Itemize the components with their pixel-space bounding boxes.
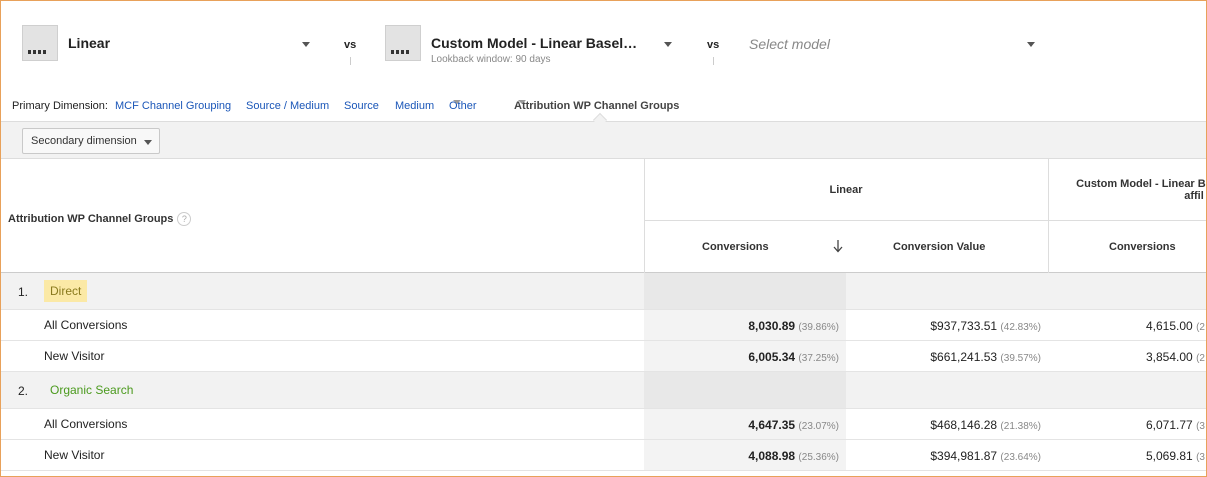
model-selector-1[interactable]: Linear <box>22 23 322 63</box>
vs-label: vs <box>344 39 357 51</box>
chevron-down-icon[interactable] <box>664 42 672 47</box>
model-name: Linear <box>68 35 111 51</box>
value-percent: (39.57%) <box>1000 353 1041 364</box>
active-dimension-label: Attribution WP Channel Groups <box>514 100 680 112</box>
conversions-percent-2: (2 <box>1196 322 1205 333</box>
conversions-percent: (23.07%) <box>798 421 839 432</box>
model-name: Custom Model - Linear Basel… <box>431 35 638 51</box>
help-icon[interactable]: ? <box>177 212 192 226</box>
row-label: New Visitor <box>44 349 105 363</box>
value-percent: (23.64%) <box>1000 452 1041 463</box>
dimension-column-label: Attribution WP Channel Groups <box>8 212 174 225</box>
select-model-placeholder: Select model <box>749 36 830 52</box>
column-divider <box>644 159 645 273</box>
conversion-value-column-header[interactable]: Conversion Value <box>893 241 985 253</box>
table-row: New Visitor 6,005.34 (37.25%) $661,241.5… <box>1 341 1206 372</box>
conversions-number-2: 4,615.00 <box>1146 319 1193 333</box>
conversion-value: $937,733.51 (42.83%) <box>930 319 1041 333</box>
divider <box>713 57 714 65</box>
custom-model-group-header: Custom Model - Linear Ba affil <box>1049 178 1207 202</box>
conversions-number-2: 5,069.81 <box>1146 449 1193 463</box>
dimension-link-source[interactable]: Source <box>344 100 379 112</box>
secondary-dimension-button[interactable]: Secondary dimension <box>22 128 160 154</box>
chevron-down-icon[interactable] <box>302 42 310 47</box>
chevron-down-icon <box>518 100 526 104</box>
conversions-number-2: 6,071.77 <box>1146 418 1193 432</box>
conversions-percent: (37.25%) <box>798 353 839 364</box>
table-row: All Conversions 4,647.35 (23.07%) $468,1… <box>1 409 1206 440</box>
conversions-value: 8,030.89 (39.86%) <box>748 319 839 333</box>
value-percent: (21.38%) <box>1000 421 1041 432</box>
group-number: 2. <box>18 384 29 398</box>
group-row-organic-search: 2. Organic Search <box>1 372 1206 409</box>
row-label: All Conversions <box>44 417 128 431</box>
dimension-column-header[interactable]: Attribution WP Channel Groups? <box>8 212 192 226</box>
column-divider <box>1048 159 1049 273</box>
divider <box>350 57 351 65</box>
conversions-column-header[interactable]: Conversions <box>702 241 769 253</box>
dimension-link-source-medium[interactable]: Source / Medium <box>246 100 329 112</box>
conversion-value: $661,241.53 (39.57%) <box>930 350 1041 364</box>
model-icon <box>22 25 58 61</box>
table-row: New Visitor 4,088.98 (25.36%) $394,981.8… <box>1 440 1206 471</box>
conversions-number: 4,647.35 <box>748 418 796 432</box>
attribution-comparison-panel: Linear vs Custom Model - Linear Basel… L… <box>0 0 1207 477</box>
conversion-value: $394,981.87 (23.64%) <box>930 449 1041 463</box>
custom-model-header-line2: affil <box>1184 190 1204 202</box>
conversions-percent: (39.86%) <box>798 322 839 333</box>
chevron-down-icon <box>453 100 461 104</box>
conversions-column-header-2[interactable]: Conversions <box>1109 241 1176 253</box>
table-toolbar: Secondary dimension <box>1 121 1206 159</box>
conversion-value: $468,146.28 (21.38%) <box>930 418 1041 432</box>
value-percent: (42.83%) <box>1000 322 1041 333</box>
chevron-down-icon <box>144 140 152 145</box>
conversions-percent-2: (2 <box>1196 353 1205 364</box>
conversions-value: 6,005.34 (37.25%) <box>748 350 839 364</box>
primary-dimension-label: Primary Dimension: <box>12 100 108 112</box>
arrow-down-icon[interactable] <box>832 239 844 253</box>
conversions-value: 4,647.35 (23.07%) <box>748 418 839 432</box>
chevron-down-icon[interactable] <box>1027 42 1035 47</box>
dimension-link-medium[interactable]: Medium <box>395 100 434 112</box>
conversions-value-2: 6,071.77 (3 <box>1146 418 1205 432</box>
group-name-direct[interactable]: Direct <box>44 280 88 302</box>
conversions-number-2: 3,854.00 <box>1146 350 1193 364</box>
lookback-window-label: Lookback window: 90 days <box>431 54 551 65</box>
conversions-number: 6,005.34 <box>748 350 796 364</box>
table-header: Attribution WP Channel Groups? Linear Cu… <box>1 159 1207 273</box>
conversions-percent: (25.36%) <box>798 452 839 463</box>
row-label: New Visitor <box>44 448 105 462</box>
model-icon <box>385 25 421 61</box>
dimension-link-mcf-channel-grouping[interactable]: MCF Channel Grouping <box>115 100 231 112</box>
conversions-value-2: 5,069.81 (3 <box>1146 449 1205 463</box>
vs-label: vs <box>707 39 720 51</box>
conversions-value-2: 4,615.00 (2 <box>1146 319 1205 333</box>
header-divider <box>644 220 1206 221</box>
value-number: $468,146.28 <box>930 418 998 432</box>
group-name-organic-search[interactable]: Organic Search <box>44 379 139 401</box>
conversions-percent-2: (3 <box>1196 452 1205 463</box>
table-row: All Conversions 8,030.89 (39.86%) $937,7… <box>1 310 1206 341</box>
secondary-dimension-label: Secondary dimension <box>31 135 137 147</box>
conversions-percent-2: (3 <box>1196 421 1205 432</box>
model-selector-3[interactable]: Select model <box>749 23 1049 63</box>
linear-group-header: Linear <box>829 184 863 196</box>
custom-model-header-line1: Custom Model - Linear Ba <box>1076 178 1207 190</box>
group-row-direct: 1. Direct <box>1 273 1206 310</box>
sorted-column-cell <box>644 372 846 408</box>
conversions-number: 8,030.89 <box>748 319 796 333</box>
value-number: $661,241.53 <box>930 350 998 364</box>
model-selector-2[interactable]: Custom Model - Linear Basel… Lookback wi… <box>385 23 685 65</box>
conversions-value: 4,088.98 (25.36%) <box>748 449 839 463</box>
value-number: $394,981.87 <box>930 449 998 463</box>
conversions-number: 4,088.98 <box>748 449 796 463</box>
sorted-column-cell <box>644 273 846 309</box>
value-number: $937,733.51 <box>930 319 998 333</box>
conversions-value-2: 3,854.00 (2 <box>1146 350 1205 364</box>
row-label: All Conversions <box>44 318 128 332</box>
group-number: 1. <box>18 285 29 299</box>
